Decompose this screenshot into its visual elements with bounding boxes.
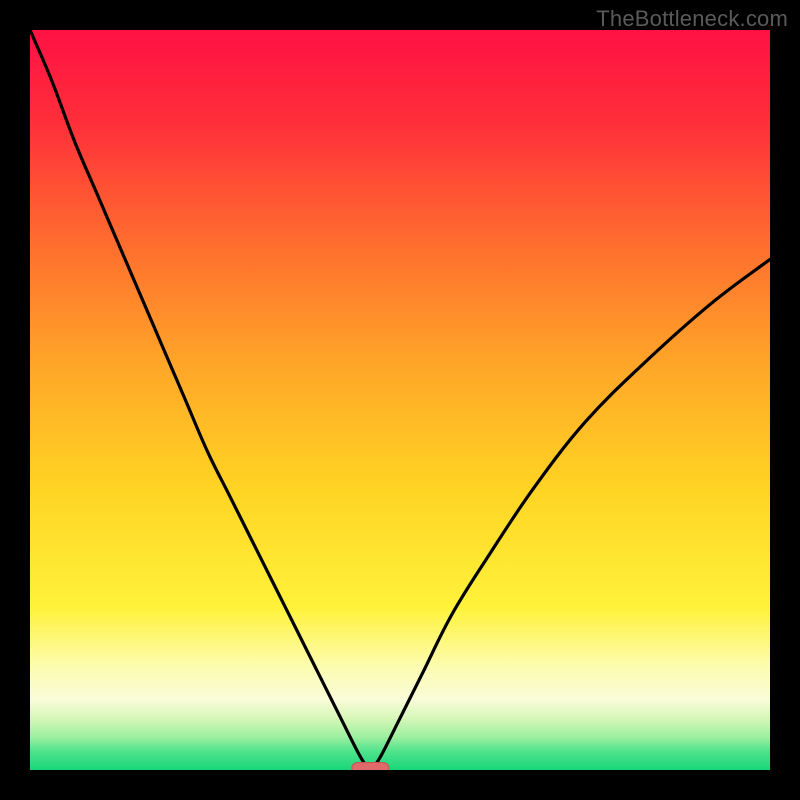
optimal-marker: [352, 762, 389, 770]
watermark-text: TheBottleneck.com: [596, 6, 788, 32]
outer-frame: TheBottleneck.com: [0, 0, 800, 800]
chart-svg: [30, 30, 770, 770]
gradient-background: [30, 30, 770, 770]
plot-area: [30, 30, 770, 770]
